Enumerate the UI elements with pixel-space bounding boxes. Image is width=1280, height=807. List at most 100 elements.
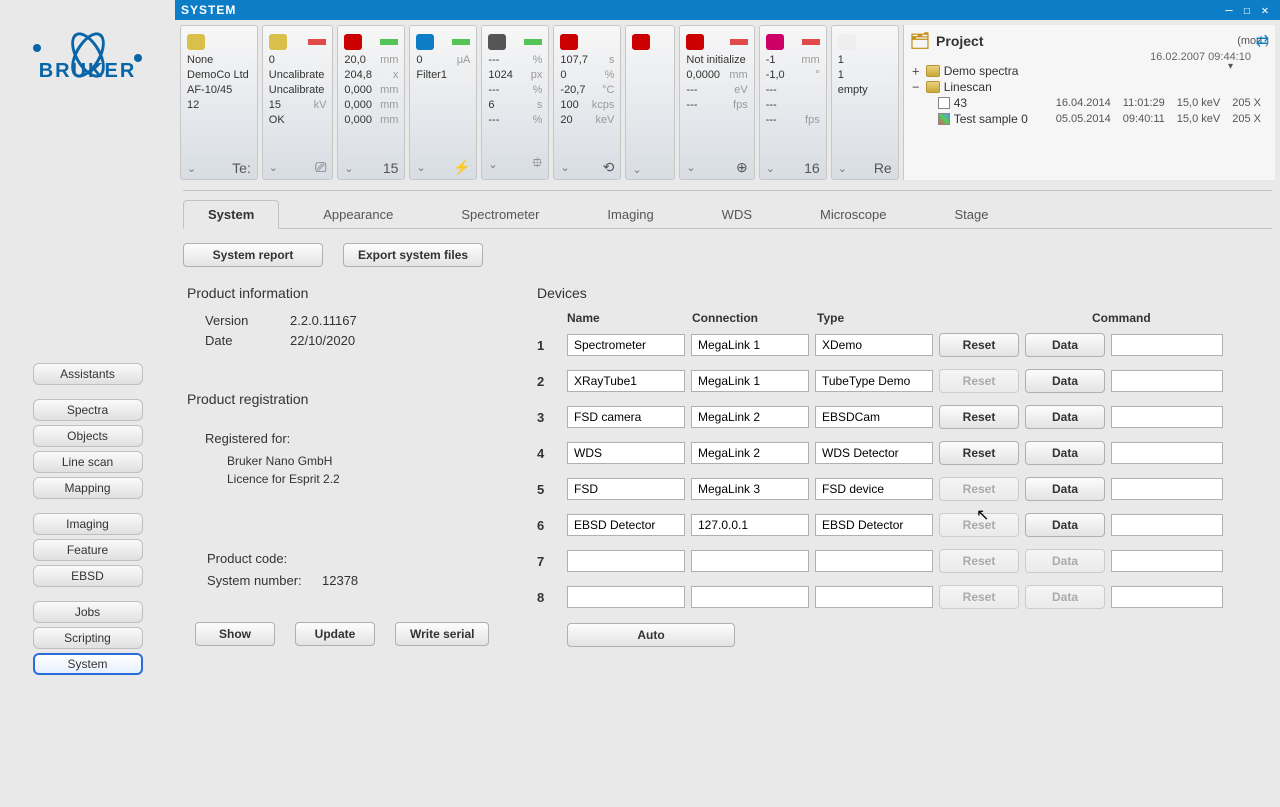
device-row-6: 6ResetData: [537, 513, 1268, 537]
device-command-input[interactable]: [1111, 442, 1223, 464]
device-command-input[interactable]: [1111, 514, 1223, 536]
maximize-button[interactable]: ☐: [1238, 3, 1256, 17]
minimize-button[interactable]: —: [1220, 3, 1238, 17]
param-panel-2[interactable]: 20,0mm204,8x0,000mm0,000mm0,000mm⌄15: [337, 25, 405, 180]
tab-microscope[interactable]: Microscope: [796, 201, 910, 228]
device-row-1: 1ResetData: [537, 333, 1268, 357]
device-type-input[interactable]: [815, 586, 933, 608]
device-name-input[interactable]: [567, 550, 685, 572]
device-type-input[interactable]: [815, 550, 933, 572]
device-row-8: 8ResetData: [537, 585, 1268, 609]
nav-scripting[interactable]: Scripting: [33, 627, 143, 649]
param-panel-7[interactable]: Not initialize0,0000mm---eV---fps⌄⊕: [679, 25, 754, 180]
device-type-input[interactable]: [815, 514, 933, 536]
device-row-5: 5ResetData: [537, 477, 1268, 501]
nav-objects[interactable]: Objects: [33, 425, 143, 447]
param-panel-6[interactable]: ⌄: [625, 25, 675, 180]
auto-button[interactable]: Auto: [567, 623, 735, 647]
nav-feature[interactable]: Feature: [33, 539, 143, 561]
nav-system[interactable]: System: [33, 653, 143, 675]
device-connection-input[interactable]: [691, 550, 809, 572]
nav-jobs[interactable]: Jobs: [33, 601, 143, 623]
tab-stage[interactable]: Stage: [930, 201, 1012, 228]
device-reset-button: Reset: [939, 585, 1019, 609]
device-command-input[interactable]: [1111, 370, 1223, 392]
device-name-input[interactable]: [567, 478, 685, 500]
device-data-button[interactable]: Data: [1025, 477, 1105, 501]
param-panel-3[interactable]: 0μAFilter1⌄⚡: [409, 25, 477, 180]
device-reset-button[interactable]: Reset: [939, 333, 1019, 357]
tab-system[interactable]: System: [183, 200, 279, 229]
device-data-button: Data: [1025, 549, 1105, 573]
device-type-input[interactable]: [815, 334, 933, 356]
device-type-input[interactable]: [815, 442, 933, 464]
device-row-3: 3ResetData: [537, 405, 1268, 429]
show-button[interactable]: Show: [195, 622, 275, 646]
device-name-input[interactable]: [567, 334, 685, 356]
param-panel-4[interactable]: ---%1024px---%6s---%⌄⯐: [481, 25, 549, 180]
nav-ebsd[interactable]: EBSD: [33, 565, 143, 587]
project-panel: ⇄ 🗂 Project (mod.) 16.02.2007 09:44:10 ▾…: [903, 25, 1275, 180]
tab-appearance[interactable]: Appearance: [299, 201, 417, 228]
device-type-input[interactable]: [815, 478, 933, 500]
device-connection-input[interactable]: [691, 370, 809, 392]
tab-wds[interactable]: WDS: [698, 201, 776, 228]
write-serial-button[interactable]: Write serial: [395, 622, 489, 646]
device-command-input[interactable]: [1111, 550, 1223, 572]
device-type-input[interactable]: [815, 406, 933, 428]
device-name-input[interactable]: [567, 370, 685, 392]
device-command-input[interactable]: [1111, 406, 1223, 428]
tree-item[interactable]: 4316.04.201411:01:2915,0 keV205 X: [910, 95, 1269, 111]
date-value: 22/10/2020: [290, 333, 355, 348]
device-connection-input[interactable]: [691, 442, 809, 464]
device-reset-button[interactable]: Reset: [939, 405, 1019, 429]
device-data-button[interactable]: Data: [1025, 369, 1105, 393]
product-registration-heading: Product registration: [187, 391, 497, 407]
device-connection-input[interactable]: [691, 334, 809, 356]
nav-line-scan[interactable]: Line scan: [33, 451, 143, 473]
left-sidebar: BRUKER Assistants Spectra Objects Line scan…: [0, 20, 175, 807]
device-connection-input[interactable]: [691, 586, 809, 608]
device-command-input[interactable]: [1111, 586, 1223, 608]
swap-icon[interactable]: ⇄: [1256, 31, 1269, 51]
param-panel-0[interactable]: NoneDemoCo LtdAF-10/4512⌄Te:: [180, 25, 258, 180]
device-connection-input[interactable]: [691, 478, 809, 500]
device-data-button[interactable]: Data: [1025, 441, 1105, 465]
nav-spectra[interactable]: Spectra: [33, 399, 143, 421]
tree-folder[interactable]: −Linescan: [910, 79, 1269, 95]
device-name-input[interactable]: [567, 442, 685, 464]
device-data-button: Data: [1025, 585, 1105, 609]
device-data-button[interactable]: Data: [1025, 513, 1105, 537]
device-command-input[interactable]: [1111, 334, 1223, 356]
registration-line-1: Bruker Nano GmbH: [227, 452, 497, 470]
param-panel-5[interactable]: 107,7s0%-20,7°C100kcps20keV⌄⟲: [553, 25, 621, 180]
system-report-button[interactable]: System report: [183, 243, 323, 267]
device-row-7: 7ResetData: [537, 549, 1268, 573]
tab-imaging[interactable]: Imaging: [583, 201, 677, 228]
close-button[interactable]: ✕: [1256, 3, 1274, 17]
device-type-input[interactable]: [815, 370, 933, 392]
tree-item[interactable]: Test sample 005.05.201409:40:1115,0 keV2…: [910, 111, 1269, 127]
export-system-files-button[interactable]: Export system files: [343, 243, 483, 267]
device-name-input[interactable]: [567, 514, 685, 536]
update-button[interactable]: Update: [295, 622, 375, 646]
device-connection-input[interactable]: [691, 406, 809, 428]
tree-folder[interactable]: +Demo spectra: [910, 63, 1269, 79]
param-panel-8[interactable]: -1mm-1,0°---------fps⌄16: [759, 25, 827, 180]
chevron-down-icon[interactable]: ▾: [1228, 61, 1233, 72]
param-panel-1[interactable]: 0UncalibrateUncalibrate15kVOK⌄⎚: [262, 25, 334, 180]
device-data-button[interactable]: Data: [1025, 405, 1105, 429]
device-data-button[interactable]: Data: [1025, 333, 1105, 357]
logo: BRUKER: [39, 60, 137, 83]
nav-mapping[interactable]: Mapping: [33, 477, 143, 499]
device-reset-button[interactable]: Reset: [939, 441, 1019, 465]
device-name-input[interactable]: [567, 586, 685, 608]
device-command-input[interactable]: [1111, 478, 1223, 500]
tab-spectrometer[interactable]: Spectrometer: [437, 201, 563, 228]
device-connection-input[interactable]: [691, 514, 809, 536]
device-reset-button: Reset: [939, 549, 1019, 573]
param-panel-9[interactable]: 11empty⌄Re: [831, 25, 899, 180]
nav-assistants[interactable]: Assistants: [33, 363, 143, 385]
nav-imaging[interactable]: Imaging: [33, 513, 143, 535]
device-name-input[interactable]: [567, 406, 685, 428]
